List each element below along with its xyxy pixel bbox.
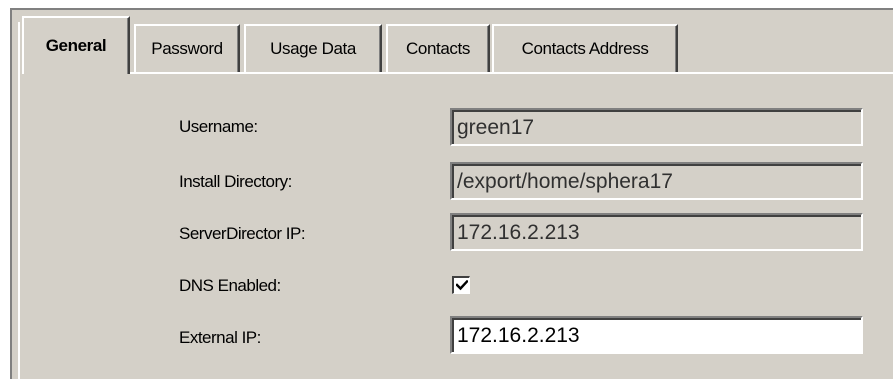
tab-contacts-label: Contacts (406, 39, 470, 58)
tab-contacts-address[interactable]: Contacts Address (492, 24, 678, 72)
external-ip-field[interactable]: 172.16.2.213 (450, 316, 863, 354)
tab-contacts-address-label: Contacts Address (521, 39, 649, 58)
tab-usage-data[interactable]: Usage Data (244, 24, 382, 72)
dns-enabled-checkbox[interactable] (452, 276, 470, 294)
install-directory-field: /export/home/sphera17 (450, 162, 863, 200)
tab-panel-left-edge (18, 22, 20, 379)
username-label: Username: (179, 117, 258, 136)
dialog-outer-left-edge (0, 0, 10, 379)
dialog-outer-left-shade (10, 8, 12, 379)
tab-panel-top-edge (130, 72, 893, 74)
dns-enabled-label: DNS Enabled: (179, 276, 281, 295)
install-directory-label: Install Directory: (179, 172, 292, 191)
serverdirector-ip-value: 172.16.2.213 (457, 221, 580, 244)
username-value: green17 (457, 116, 535, 139)
external-ip-value: 172.16.2.213 (457, 324, 580, 347)
tab-password-label: Password (151, 39, 223, 58)
dialog-outer-top-shade (10, 8, 893, 10)
serverdirector-ip-label: ServerDirector IP: (179, 224, 306, 243)
tab-general[interactable]: General (22, 16, 130, 74)
checkmark-icon (455, 280, 468, 291)
tab-password[interactable]: Password (134, 24, 240, 72)
external-ip-label: External IP: (179, 328, 261, 347)
tab-contacts[interactable]: Contacts (386, 24, 490, 72)
username-field: green17 (450, 108, 863, 146)
tab-general-label: General (45, 36, 107, 55)
tab-usage-data-label: Usage Data (270, 39, 356, 58)
serverdirector-ip-field: 172.16.2.213 (450, 213, 863, 251)
install-directory-value: /export/home/sphera17 (457, 170, 673, 193)
dialog-outer-top-edge (0, 0, 893, 8)
